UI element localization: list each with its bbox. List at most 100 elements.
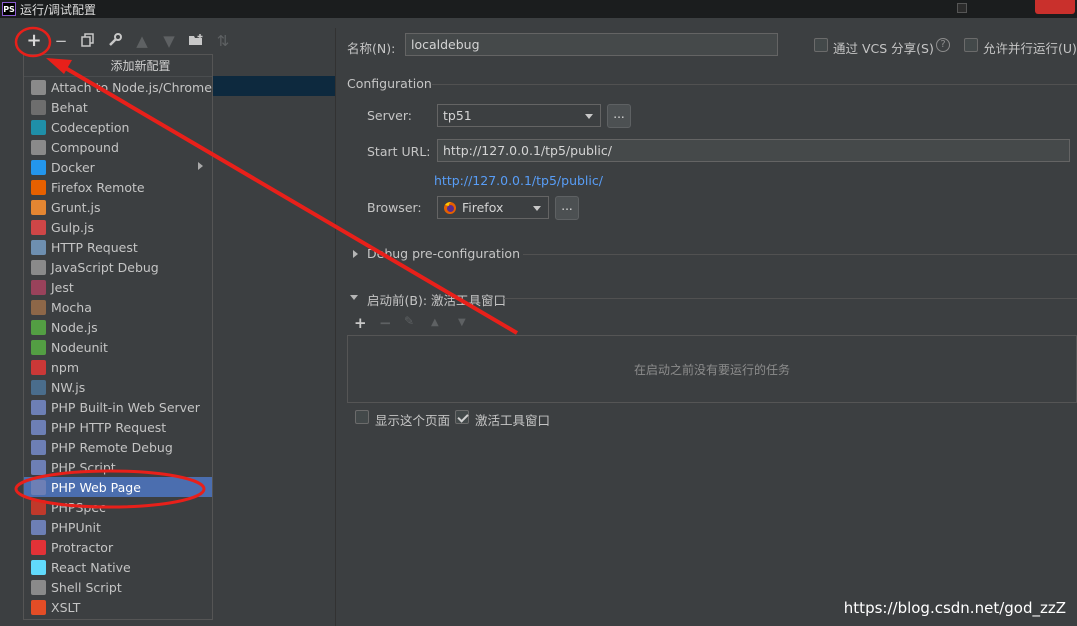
remove-configuration-button[interactable]: − xyxy=(53,33,69,49)
before-launch-task-list[interactable]: 在启动之前没有要运行的任务 xyxy=(347,335,1077,403)
phpunit-icon xyxy=(31,519,46,535)
expand-arrow-icon[interactable] xyxy=(353,250,358,258)
start-url-link[interactable]: http://127.0.0.1/tp5/public/ xyxy=(434,173,603,188)
title-bar: PS 运行/调试配置 xyxy=(0,0,1077,18)
menu-item-label: Nodeunit xyxy=(51,339,108,355)
add-task-button[interactable]: + xyxy=(354,314,367,332)
php-icon xyxy=(31,459,46,475)
menu-item[interactable]: Compound xyxy=(24,137,212,157)
section-divider xyxy=(504,298,1077,299)
add-configuration-popup: 添加新配置 Attach to Node.js/Chrome Behat Codec… xyxy=(23,54,213,620)
folder-plus-icon xyxy=(189,34,203,45)
collapse-arrow-icon[interactable] xyxy=(350,295,358,300)
menu-item-label: PHP HTTP Request xyxy=(51,419,167,435)
menu-item-label: XSLT xyxy=(51,599,81,615)
selected-tree-row[interactable] xyxy=(210,76,335,96)
menu-item[interactable]: JavaScript Debug xyxy=(24,257,212,277)
watermark-text: https://blog.csdn.net/god_zzZ xyxy=(843,599,1066,617)
menu-item-label: PHP Remote Debug xyxy=(51,439,173,455)
menu-item[interactable]: PHP Script xyxy=(24,457,212,477)
menu-item[interactable]: Grunt.js xyxy=(24,197,212,217)
firefox-icon xyxy=(31,179,46,195)
move-up-button[interactable]: ▲ xyxy=(134,33,150,49)
start-url-input[interactable]: http://127.0.0.1/tp5/public/ xyxy=(437,139,1070,162)
menu-item[interactable]: Protractor xyxy=(24,537,212,557)
name-input[interactable]: localdebug xyxy=(405,33,778,56)
add-configuration-button[interactable]: + xyxy=(26,32,42,50)
attach-js-icon xyxy=(31,79,46,95)
edit-task-button[interactable]: ✎ xyxy=(404,314,414,328)
menu-item[interactable]: Jest xyxy=(24,277,212,297)
configuration-type-list: Attach to Node.js/Chrome Behat Codeception… xyxy=(24,77,212,617)
move-down-button[interactable]: ▼ xyxy=(161,33,177,49)
start-url-label: Start URL: xyxy=(367,144,431,159)
php-icon xyxy=(31,419,46,435)
allow-parallel-label: 允许并行运行(U) xyxy=(983,41,1077,56)
menu-item[interactable]: PHP Web Page xyxy=(24,477,212,497)
move-task-up-button[interactable]: ▲ xyxy=(431,317,439,328)
create-folder-button[interactable] xyxy=(188,33,204,49)
menu-item-label: Protractor xyxy=(51,539,114,555)
name-label: 名称(N): xyxy=(347,41,396,56)
close-window-button[interactable] xyxy=(1035,0,1075,14)
nodejs-icon xyxy=(31,319,46,335)
menu-item[interactable]: Behat xyxy=(24,97,212,117)
activate-tool-window-label: 激活工具窗口 xyxy=(475,413,551,428)
popup-title: 添加新配置 xyxy=(24,55,212,77)
menu-item[interactable]: Node.js xyxy=(24,317,212,337)
compound-icon xyxy=(31,139,46,155)
menu-item[interactable]: HTTP Request xyxy=(24,237,212,257)
show-page-checkbox[interactable] xyxy=(355,410,369,424)
menu-item-label: HTTP Request xyxy=(51,239,138,255)
activate-tool-window-checkbox[interactable] xyxy=(455,410,469,424)
minimize-button[interactable] xyxy=(957,3,967,13)
menu-item-label: Codeception xyxy=(51,119,130,135)
remove-task-button[interactable]: − xyxy=(379,314,392,332)
menu-item[interactable]: Docker xyxy=(24,157,212,177)
edit-defaults-button[interactable] xyxy=(107,33,123,49)
menu-item-label: JavaScript Debug xyxy=(51,259,159,275)
copy-configuration-button[interactable] xyxy=(80,33,96,49)
menu-item[interactable]: Nodeunit xyxy=(24,337,212,357)
allow-parallel-checkbox[interactable] xyxy=(964,38,978,52)
sort-configurations-button[interactable]: ⇅ xyxy=(215,33,231,49)
menu-item[interactable]: PHP Remote Debug xyxy=(24,437,212,457)
server-select[interactable]: tp51 xyxy=(437,104,601,127)
menu-item[interactable]: npm xyxy=(24,357,212,377)
mocha-icon xyxy=(31,299,46,315)
menu-item[interactable]: PHP Built-in Web Server xyxy=(24,397,212,417)
menu-item-label: Firefox Remote xyxy=(51,179,145,195)
menu-item[interactable]: PHP HTTP Request xyxy=(24,417,212,437)
menu-item[interactable]: XSLT xyxy=(24,597,212,617)
jest-icon xyxy=(31,279,46,295)
menu-item[interactable]: Shell Script xyxy=(24,577,212,597)
menu-item-label: Shell Script xyxy=(51,579,122,595)
share-vcs-checkbox[interactable] xyxy=(814,38,828,52)
configuration-editor: 名称(N): localdebug 通过 VCS 分享(S) ? 允许并行运行(… xyxy=(336,28,1077,626)
phpstorm-app-icon: PS xyxy=(2,2,16,16)
server-browse-button[interactable]: ... xyxy=(607,104,631,128)
menu-item[interactable]: PHPSpec xyxy=(24,497,212,517)
menu-item[interactable]: Attach to Node.js/Chrome xyxy=(24,77,212,97)
menu-item-label: PHP Built-in Web Server xyxy=(51,399,200,415)
browser-select[interactable]: Firefox xyxy=(437,196,549,219)
npm-icon xyxy=(31,359,46,375)
help-icon[interactable]: ? xyxy=(936,38,950,52)
menu-item-label: PHP Web Page xyxy=(51,479,141,495)
menu-item[interactable]: Codeception xyxy=(24,117,212,137)
menu-item[interactable]: Mocha xyxy=(24,297,212,317)
browser-browse-button[interactable]: ... xyxy=(555,196,579,220)
browser-label: Browser: xyxy=(367,200,422,215)
menu-item-label: Docker xyxy=(51,159,95,175)
before-launch-toggle[interactable]: 启动前(B): 激活工具窗口 xyxy=(367,290,506,309)
debug-preconfig-toggle[interactable]: Debug pre-configuration xyxy=(367,246,520,261)
menu-item[interactable]: PHPUnit xyxy=(24,517,212,537)
move-task-down-button[interactable]: ▼ xyxy=(458,317,466,328)
nwjs-icon xyxy=(31,379,46,395)
menu-item[interactable]: React Native xyxy=(24,557,212,577)
menu-item[interactable]: Gulp.js xyxy=(24,217,212,237)
menu-item[interactable]: Firefox Remote xyxy=(24,177,212,197)
menu-item[interactable]: NW.js xyxy=(24,377,212,397)
empty-task-message: 在启动之前没有要运行的任务 xyxy=(633,363,790,377)
server-select-value: tp51 xyxy=(443,108,472,123)
